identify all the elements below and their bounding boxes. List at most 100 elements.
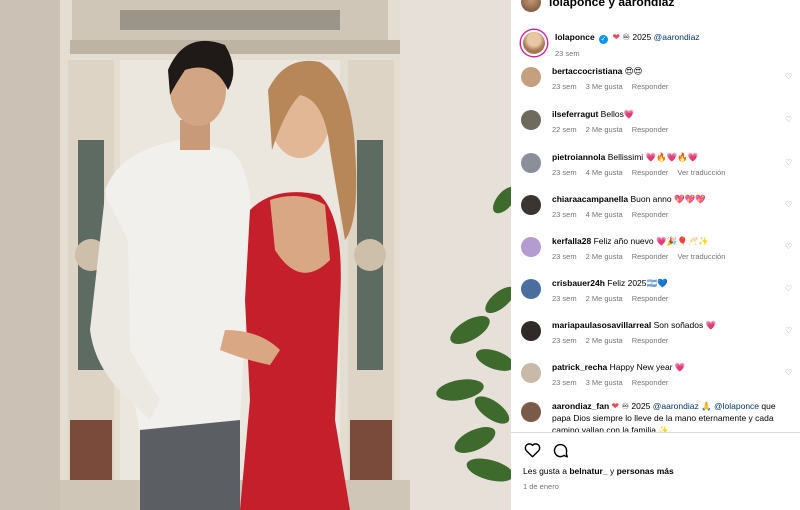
comment-heart-icon[interactable]: ♡ [785, 326, 792, 335]
post-photo[interactable] [0, 0, 511, 510]
comment-avatar[interactable] [521, 195, 541, 215]
comment-text: Buon anno [630, 194, 672, 204]
reply-button[interactable]: Responder [632, 125, 669, 134]
comment-emoji: 💖💖💖 [673, 194, 706, 204]
caption-username[interactable]: lolaponce [555, 32, 595, 42]
comment-time[interactable]: 23 sem [552, 82, 577, 91]
comment-username[interactable]: crisbauer24h [552, 278, 605, 288]
comment-mention[interactable]: @aarondiaz [653, 401, 699, 411]
post-header: lolaponce y aarondiaz [511, 0, 800, 16]
comment-text: 😍😍 [624, 66, 643, 76]
header-usernames[interactable]: lolaponce y aarondiaz [549, 0, 674, 9]
comment-likes[interactable]: 4 Me gusta [586, 168, 623, 177]
comment-avatar[interactable] [521, 279, 541, 299]
comment-item: aarondiaz_fan ❤ ♾ 2025 @aarondiaz 🙏 @lol… [521, 400, 796, 432]
comment-username[interactable]: chiaraacampanella [552, 194, 628, 204]
caption-meta: 23 sem [555, 47, 700, 60]
comment-avatar[interactable] [521, 363, 541, 383]
caption-avatar[interactable] [521, 30, 547, 56]
comment-avatar[interactable] [521, 110, 541, 130]
comment-heart-icon[interactable]: ♡ [785, 115, 792, 124]
caption-text: ♾ 2025 [622, 32, 652, 42]
header-avatar[interactable] [521, 0, 541, 12]
heart-emoji: ❤ [612, 32, 620, 42]
comment-username[interactable]: aarondiaz_fan [552, 401, 609, 411]
comments-list[interactable]: bertaccocristiana 😍😍 23 sem 3 Me gusta Res… [521, 65, 796, 432]
comment-likes[interactable]: 3 Me gusta [586, 378, 623, 387]
comment-username[interactable]: pietroiannola [552, 152, 605, 162]
comment-time[interactable]: 23 sem [552, 210, 577, 219]
comment-time[interactable]: 23 sem [552, 168, 577, 177]
comment-avatar[interactable] [521, 153, 541, 173]
comment-time[interactable]: 23 sem [552, 294, 577, 303]
comment-text: Feliz año nuevo [593, 236, 654, 246]
comment-item: crisbauer24h Feliz 2025🇦🇷💙 23 sem 2 Me gu… [521, 277, 796, 305]
translate-button[interactable]: Ver traducción [677, 252, 725, 261]
comment-username[interactable]: mariapaulasosavillarreal [552, 320, 651, 330]
comment-item: kerfalla28 Feliz año nuevo 💗🎉🎈🥂✨ 23 sem 2… [521, 235, 796, 263]
reply-button[interactable]: Responder [632, 336, 669, 345]
reply-button[interactable]: Responder [632, 210, 669, 219]
comment-emoji: 💗 [674, 362, 686, 372]
comment-item: bertaccocristiana 😍😍 23 sem 3 Me gusta Res… [521, 65, 796, 93]
comment-username[interactable]: patrick_recha [552, 362, 607, 372]
translate-button[interactable]: Ver traducción [677, 168, 725, 177]
likes-more[interactable]: personas más [617, 466, 674, 476]
heart-icon[interactable] [523, 441, 541, 459]
comment-icon[interactable] [551, 441, 569, 459]
verified-icon: ✓ [599, 35, 609, 44]
comment-time[interactable]: 23 sem [552, 252, 577, 261]
comment-time[interactable]: 23 sem [552, 336, 577, 345]
comment-avatar[interactable] [521, 237, 541, 257]
comment-likes[interactable]: 2 Me gusta [586, 336, 623, 345]
comment-heart-icon[interactable]: ♡ [785, 368, 792, 377]
comment-heart-icon[interactable]: ♡ [785, 200, 792, 209]
comment-avatar[interactable] [521, 402, 541, 422]
comment-heart-icon[interactable]: ♡ [785, 242, 792, 251]
caption-time[interactable]: 23 sem [555, 49, 580, 58]
comment-username[interactable]: ilseferragut [552, 109, 598, 119]
comment-avatar[interactable] [521, 321, 541, 341]
comment-heart-icon[interactable]: ♡ [785, 158, 792, 167]
caption-mention[interactable]: @aarondiaz [654, 32, 700, 42]
reply-button[interactable]: Responder [632, 252, 669, 261]
likes-mid: y [609, 466, 615, 476]
post-side-panel: lolaponce y aarondiaz lolaponce ✓ ❤ ♾ 20… [511, 0, 800, 510]
comment-time[interactable]: 22 sem [552, 125, 577, 134]
comment-emoji: 💗🎉🎈🥂✨ [656, 236, 709, 246]
comment-likes[interactable]: 4 Me gusta [586, 210, 623, 219]
comment-item: chiaraacampanella Buon anno 💖💖💖 23 sem 4 … [521, 193, 796, 221]
comment-likes[interactable]: 2 Me gusta [586, 294, 623, 303]
reply-button[interactable]: Responder [632, 294, 669, 303]
comment-username[interactable]: kerfalla28 [552, 236, 591, 246]
comment-likes[interactable]: 2 Me gusta [586, 252, 623, 261]
post-date[interactable]: 1 de enero [523, 482, 559, 491]
comment-item: patrick_recha Happy New year 💗 23 sem 3 M… [521, 361, 796, 389]
comment-emoji: 💗 [705, 320, 717, 330]
comment-emoji: 💗 [623, 109, 635, 119]
comment-text: Bellos [600, 109, 624, 119]
liker-username[interactable]: belnatur_ [569, 466, 607, 476]
comment-item: ilseferragut Bellos💗 22 sem 2 Me gusta Res… [521, 108, 796, 136]
reply-button[interactable]: Responder [632, 82, 669, 91]
comment-likes[interactable]: 2 Me gusta [586, 125, 623, 134]
comment-text: Happy New year [609, 362, 673, 372]
likes-prefix: Les gusta a [523, 466, 567, 476]
instagram-post-view: lolaponce y aarondiaz lolaponce ✓ ❤ ♾ 20… [0, 0, 800, 510]
post-actions [523, 441, 569, 459]
comment-mention[interactable]: @lolaponce [714, 401, 759, 411]
comment-likes[interactable]: 3 Me gusta [586, 82, 623, 91]
reply-button[interactable]: Responder [632, 378, 669, 387]
comment-item: pietroiannola Bellissimi 💗🔥💗🔥💗 23 sem 4 M… [521, 151, 796, 179]
comment-heart-icon[interactable]: ♡ [785, 284, 792, 293]
comment-text: ♾ 2025 [621, 401, 651, 411]
comment-heart-icon[interactable]: ♡ [785, 72, 792, 81]
divider [511, 432, 800, 433]
comment-time[interactable]: 23 sem [552, 378, 577, 387]
comment-item: mariapaulasosavillarreal Son soñados 💗 2… [521, 319, 796, 347]
comment-text: Feliz 2025🇦🇷💙 [607, 278, 668, 288]
likes-summary: Les gusta a belnatur_ y personas más [523, 466, 674, 476]
reply-button[interactable]: Responder [632, 168, 669, 177]
comment-username[interactable]: bertaccocristiana [552, 66, 622, 76]
comment-avatar[interactable] [521, 67, 541, 87]
